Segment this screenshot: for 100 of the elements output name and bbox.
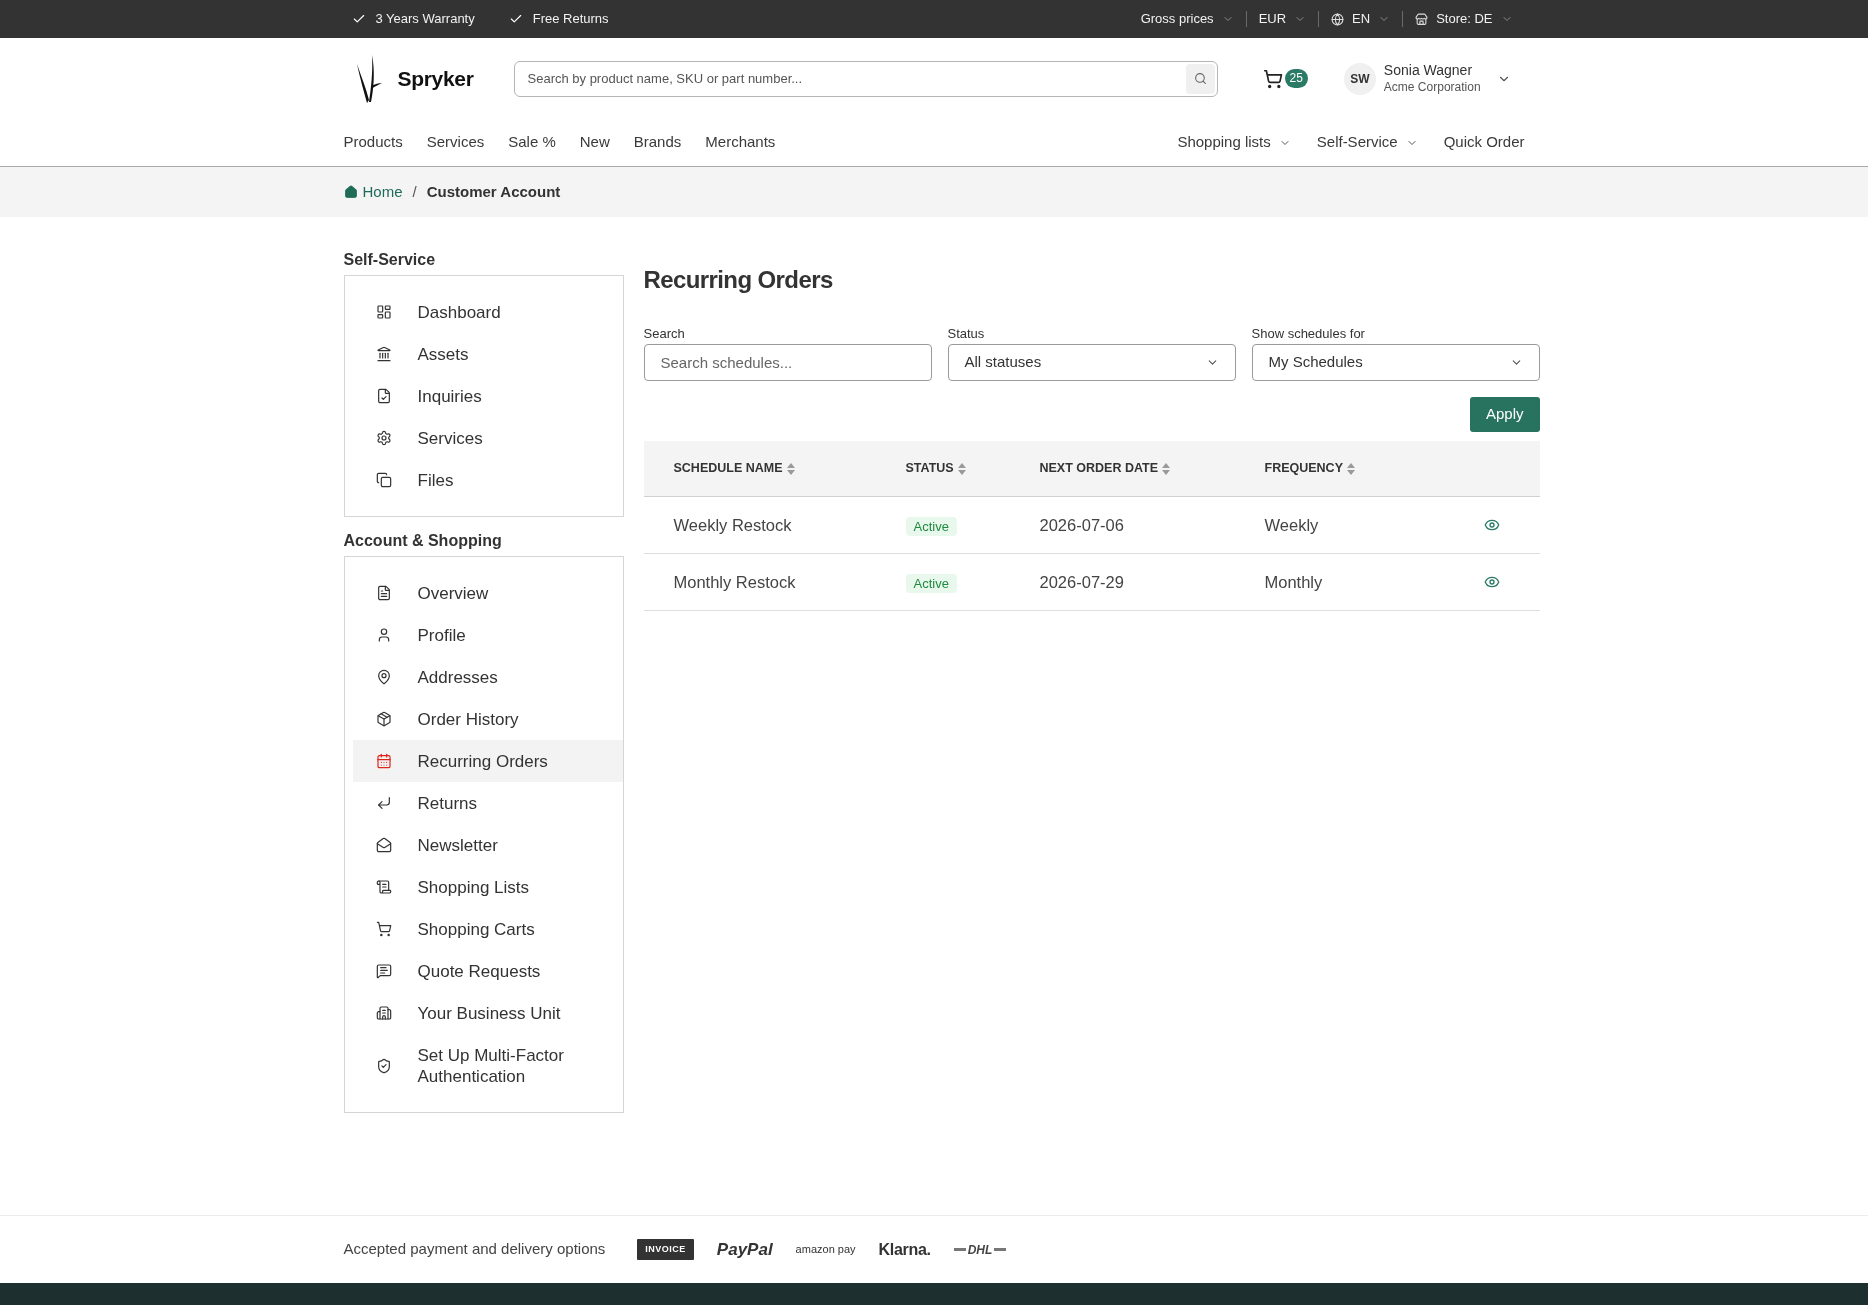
cart-icon xyxy=(1262,68,1283,89)
setting-dropdown[interactable]: Gross prices xyxy=(1128,4,1246,34)
page-title: Recurring Orders xyxy=(643,265,834,295)
chat-icon xyxy=(375,963,392,979)
bank-icon xyxy=(375,346,392,362)
search-button[interactable] xyxy=(1185,63,1215,94)
payment-logo: INVOICE xyxy=(637,1238,694,1261)
apply-button[interactable]: Apply xyxy=(1469,397,1540,432)
filter-label: Show schedules for xyxy=(1251,326,1366,342)
search-icon xyxy=(1193,72,1207,85)
sidebar-item[interactable]: Your Business Unit xyxy=(352,992,623,1034)
nav-link[interactable]: New xyxy=(579,131,610,154)
select-field[interactable]: All statuses xyxy=(947,344,1236,381)
sort-icon xyxy=(1347,462,1355,475)
breadcrumb-current: Customer Account xyxy=(426,181,561,202)
payment-logo: amazon pay xyxy=(795,1242,856,1258)
benefit-text: Free Returns xyxy=(532,10,609,29)
company-name: Acme Corporation xyxy=(1383,78,1481,96)
avatar[interactable]: SW xyxy=(1343,62,1376,95)
table-cell-text: 2026-07-29 xyxy=(1039,571,1125,593)
status-badge: Active xyxy=(905,516,957,536)
setting-dropdown[interactable]: EUR xyxy=(1246,4,1319,34)
copy-icon xyxy=(375,472,392,488)
sidebar-item[interactable]: Overview xyxy=(352,572,623,614)
nav-link[interactable]: Products xyxy=(343,131,403,154)
sidebar-item[interactable]: Newsletter xyxy=(352,824,623,866)
table-cell-text: Weekly xyxy=(1264,514,1320,536)
sidebar-item[interactable]: Recurring Orders xyxy=(352,740,623,782)
nav-dropdown[interactable]: Self-Service xyxy=(1316,131,1418,154)
sidebar-item[interactable]: Inquiries xyxy=(352,375,623,417)
status-badge: Active xyxy=(905,573,957,593)
sort-icon xyxy=(957,462,966,475)
table-cell-text: Weekly Restock xyxy=(673,514,793,536)
cart-icon xyxy=(375,921,392,937)
sidebar-item[interactable]: Dashboard xyxy=(352,291,623,333)
column-header[interactable]: NEXT ORDER DATE xyxy=(1039,459,1171,478)
column-header[interactable]: SCHEDULE NAME xyxy=(673,459,795,478)
setting-dropdown[interactable]: Store: DE xyxy=(1403,4,1525,34)
table-cell-text: Monthly Restock xyxy=(673,571,797,593)
search-field[interactable]: Search schedules... xyxy=(643,344,932,381)
open-envelope-icon xyxy=(375,837,392,853)
nav-link[interactable]: Quick Order xyxy=(1443,131,1525,154)
document-icon xyxy=(375,585,392,601)
cart-button[interactable]: 25 xyxy=(1262,68,1308,89)
sidebar-item[interactable]: Files xyxy=(352,459,623,501)
return-arrow-icon xyxy=(375,795,392,811)
sort-icon xyxy=(786,462,795,475)
sidebar-item[interactable]: Order History xyxy=(352,698,623,740)
select-field[interactable]: My Schedules xyxy=(1251,344,1540,381)
check-icon xyxy=(351,12,366,26)
eye-icon[interactable] xyxy=(1483,574,1500,590)
sidebar-item[interactable]: Addresses xyxy=(352,656,623,698)
filter-label: Search xyxy=(643,326,686,342)
file-check-icon xyxy=(375,388,392,404)
building-icon xyxy=(375,1005,392,1021)
nav-link[interactable]: Services xyxy=(426,131,485,154)
column-header[interactable]: STATUS xyxy=(905,459,966,478)
sidebar-item[interactable]: Returns xyxy=(352,782,623,824)
shield-icon xyxy=(375,1057,392,1074)
box-icon xyxy=(375,711,392,727)
eye-icon[interactable] xyxy=(1483,517,1500,533)
map-pin-icon xyxy=(375,669,392,685)
logo-text[interactable]: Spryker xyxy=(397,62,474,95)
delivery-logo: DHL xyxy=(953,1240,1007,1259)
sidebar-item[interactable]: Shopping Lists xyxy=(352,866,623,908)
sort-icon xyxy=(1162,462,1171,475)
column-header[interactable]: FREQUENCY xyxy=(1264,459,1355,478)
gear-icon xyxy=(375,430,392,446)
store-icon xyxy=(1415,12,1429,26)
sidebar-item[interactable]: Profile xyxy=(352,614,623,656)
setting-dropdown[interactable]: EN xyxy=(1319,4,1403,34)
table-cell-text: Monthly xyxy=(1264,571,1324,593)
payment-logo: Klarna. xyxy=(878,1239,931,1260)
sidebar-item[interactable]: Assets xyxy=(352,333,623,375)
nav-link[interactable]: Merchants xyxy=(705,131,776,154)
cart-count-badge: 25 xyxy=(1284,69,1308,88)
check-icon xyxy=(508,12,523,26)
filter-label: Status xyxy=(947,326,986,342)
sidebar-heading: Self-Service xyxy=(343,250,437,270)
sidebar-item[interactable]: Services xyxy=(352,417,623,459)
scroll-icon xyxy=(375,879,392,895)
breadcrumb-link[interactable]: Home xyxy=(343,180,403,204)
table-cell-text: 2026-07-06 xyxy=(1039,514,1125,536)
nav-dropdown[interactable]: Shopping lists xyxy=(1177,131,1291,154)
globe-icon xyxy=(1331,12,1345,26)
sidebar-item[interactable]: Set Up Multi-Factor Authentication xyxy=(352,1034,623,1097)
payment-text: Accepted payment and delivery options xyxy=(343,1239,606,1260)
calendar-icon xyxy=(375,753,392,769)
user-name[interactable]: Sonia Wagner xyxy=(1383,61,1481,79)
benefit-text: 3 Years Warranty xyxy=(375,10,475,29)
nav-link[interactable]: Sale % xyxy=(508,131,556,154)
sidebar-item[interactable]: Shopping Carts xyxy=(352,908,623,950)
payment-logo: PayPal xyxy=(716,1238,773,1261)
breadcrumb-separator: / xyxy=(412,181,417,202)
sidebar-heading: Account & Shopping xyxy=(343,531,503,551)
sidebar-item[interactable]: Quote Requests xyxy=(352,950,623,992)
grid-icon xyxy=(375,304,392,320)
home-icon xyxy=(343,185,358,199)
search-field[interactable]: Search by product name, SKU or part number... xyxy=(513,60,1218,97)
nav-link[interactable]: Brands xyxy=(633,131,682,154)
